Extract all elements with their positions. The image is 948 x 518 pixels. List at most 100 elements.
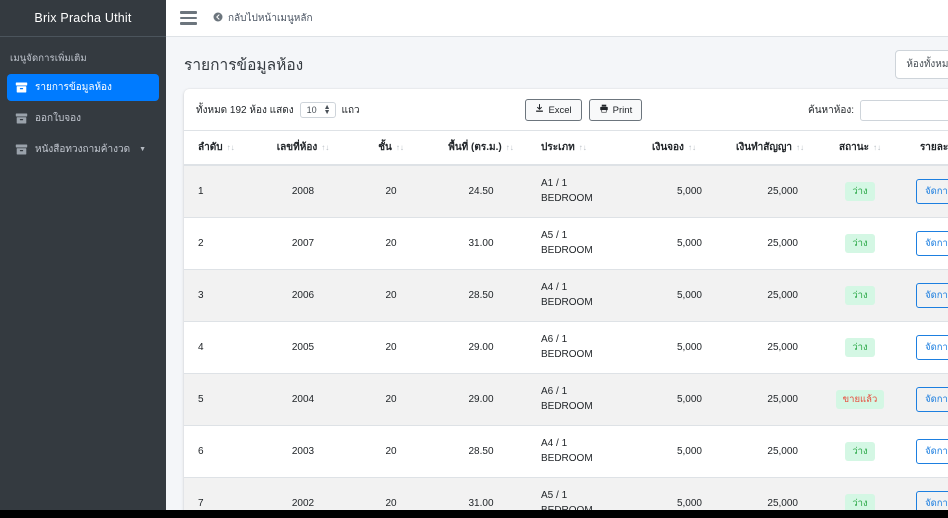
manage-dropdown-button[interactable]: จัดการ▼ [916, 179, 948, 204]
cell-floor: 20 [350, 373, 432, 426]
length-control: ทั้งหมด 192 ห้อง แสดง 10 ▲ ▼ แถว [196, 102, 360, 118]
room-filter-value: ห้องทั้งหมด [906, 59, 948, 70]
sidebar-item-label: ออกใบจอง [35, 113, 82, 124]
table-row: 6 2003 20 28.50 A4 / 1 BEDROOM 5,000 25,000 ว่า… [184, 425, 948, 478]
column-header-4[interactable]: พื้นที่ (ตร.ม.) ↑↓ [432, 130, 530, 166]
page-title: รายการข้อมูลห้อง [184, 57, 304, 74]
cell-status: ว่าง [818, 217, 902, 270]
column-header-8[interactable]: สถานะ ↑↓ [818, 130, 902, 166]
room-filter-select[interactable]: ห้องทั้งหมด ▾ [895, 50, 948, 79]
manage-button-label: จัดการ [925, 498, 948, 509]
column-header-label: เงินจอง [652, 142, 684, 153]
cell-actions: จัดการ▼ [902, 321, 948, 374]
status-badge: ว่าง [845, 182, 875, 201]
download-icon [535, 104, 544, 116]
cell-room-type: A5 / 1 BEDROOM [530, 217, 626, 270]
sort-arrows-icon: ↑↓ [872, 143, 881, 152]
print-button[interactable]: Print [588, 99, 643, 121]
excel-export-button[interactable]: Excel [525, 99, 582, 121]
cell-index: 5 [184, 373, 256, 426]
status-badge: ว่าง [845, 286, 875, 305]
sort-arrows-icon: ↑↓ [796, 143, 805, 152]
cell-contract-fee: 25,000 [722, 373, 818, 426]
cell-status: ขายแล้ว [818, 373, 902, 426]
column-header-label: รายละเอียด [919, 142, 948, 153]
page-length-select[interactable]: 10 ▲ ▼ [299, 102, 336, 118]
cell-status: ว่าง [818, 165, 902, 218]
column-header-2[interactable]: เลขที่ห้อง ↑↓ [256, 130, 350, 166]
back-to-main-menu-link[interactable]: กลับไปหน้าเมนูหลัก [213, 11, 313, 26]
column-header-6[interactable]: เงินจอง ↑↓ [626, 130, 722, 166]
cell-room-number: 2008 [256, 165, 350, 218]
rows-unit-label: แถว [341, 104, 360, 116]
status-badge: ว่าง [845, 442, 875, 461]
manage-button-label: จัดการ [925, 290, 948, 301]
table-head: ลำดับ ↑↓ เลขที่ห้อง ↑↓ ชั้น ↑↓ พื้นที่ (ตร.ม.)… [184, 130, 948, 166]
table-row: 3 2006 20 28.50 A4 / 1 BEDROOM 5,000 25,000 ว่า… [184, 269, 948, 322]
cell-status: ว่าง [818, 321, 902, 374]
total-rooms-label: ทั้งหมด 192 ห้อง แสดง [196, 104, 294, 116]
cell-index: 3 [184, 269, 256, 322]
table-row: 1 2008 20 24.50 A1 / 1 BEDROOM 5,000 25,000 ว่า… [184, 165, 948, 218]
column-header-1[interactable]: ลำดับ ↑↓ [184, 130, 256, 166]
spinner-arrows-icon: ▲ ▼ [323, 104, 331, 116]
hamburger-icon[interactable] [180, 11, 197, 25]
cell-contract-fee: 25,000 [722, 269, 818, 322]
sidebar: Brix Pracha Uthit เมนูจัดการเพิ่มเติม รา… [0, 0, 166, 518]
chevron-down-icon: ▼ [139, 146, 147, 153]
manage-button-label: จัดการ [925, 238, 948, 249]
print-label: Print [612, 104, 633, 116]
search-label: ค้นหาห้อง: [808, 104, 854, 116]
cell-actions: จัดการ▼ [902, 425, 948, 478]
sidebar-menu: เมนูจัดการเพิ่มเติม รายการข้อมูลห้องออกใ… [0, 37, 166, 167]
brand-title: Brix Pracha Uthit [0, 0, 166, 37]
manage-dropdown-button[interactable]: จัดการ▼ [916, 335, 948, 360]
cell-booking-fee: 5,000 [626, 269, 722, 322]
cell-room-number: 2007 [256, 217, 350, 270]
manage-dropdown-button[interactable]: จัดการ▼ [916, 231, 948, 256]
back-circle-icon [213, 12, 223, 25]
sidebar-item-1[interactable]: รายการข้อมูลห้อง [7, 74, 159, 101]
app-root: Brix Pracha Uthit เมนูจัดการเพิ่มเติม รา… [0, 0, 948, 518]
sidebar-item-3[interactable]: หนังสือทวงถามค้างวด ▼ [7, 136, 159, 163]
column-header-label: เงินทำสัญญา [735, 142, 793, 153]
export-buttons: Excel Print [370, 99, 798, 121]
sidebar-section-header: เมนูจัดการเพิ่มเติม [10, 53, 87, 64]
sort-arrows-icon: ↑↓ [226, 143, 235, 152]
sort-arrows-icon: ↑↓ [321, 143, 330, 152]
column-header-label: สถานะ [839, 142, 869, 153]
cell-area: 29.00 [432, 373, 530, 426]
column-header-label: ลำดับ [198, 142, 223, 153]
sidebar-item-label: รายการข้อมูลห้อง [35, 82, 112, 93]
column-header-label: พื้นที่ (ตร.ม.) [448, 142, 502, 153]
cell-index: 4 [184, 321, 256, 374]
manage-dropdown-button[interactable]: จัดการ▼ [916, 283, 948, 308]
cell-actions: จัดการ▼ [902, 217, 948, 270]
manage-dropdown-button[interactable]: จัดการ▼ [916, 439, 948, 464]
search-input[interactable] [860, 99, 948, 121]
cell-room-number: 2005 [256, 321, 350, 374]
cell-floor: 20 [350, 321, 432, 374]
cell-area: 28.50 [432, 425, 530, 478]
cell-area: 29.00 [432, 321, 530, 374]
status-badge: ขายแล้ว [835, 390, 885, 409]
sort-arrows-icon: ↑↓ [687, 143, 696, 152]
top-navbar: กลับไปหน้าเมนูหลัก [166, 0, 948, 37]
column-header-7[interactable]: เงินทำสัญญา ↑↓ [722, 130, 818, 166]
table-row: 5 2004 20 29.00 A6 / 1 BEDROOM 5,000 25,000 ขาย… [184, 373, 948, 426]
column-header-5[interactable]: ประเภท ↑↓ [530, 130, 626, 166]
cell-room-number: 2003 [256, 425, 350, 478]
cell-room-type: A4 / 1 BEDROOM [530, 425, 626, 478]
manage-button-label: จัดการ [925, 394, 948, 405]
cell-status: ว่าง [818, 425, 902, 478]
cell-floor: 20 [350, 425, 432, 478]
column-header-3[interactable]: ชั้น ↑↓ [350, 130, 432, 166]
cell-area: 28.50 [432, 269, 530, 322]
cell-room-number: 2006 [256, 269, 350, 322]
table-toolbar: ทั้งหมด 192 ห้อง แสดง 10 ▲ ▼ แถว Excel P… [184, 89, 948, 130]
manage-button-label: จัดการ [925, 446, 948, 457]
cell-contract-fee: 25,000 [722, 165, 818, 218]
manage-dropdown-button[interactable]: จัดการ▼ [916, 387, 948, 412]
cell-actions: จัดการ▼ [902, 165, 948, 218]
sidebar-item-2[interactable]: ออกใบจอง [7, 105, 159, 132]
